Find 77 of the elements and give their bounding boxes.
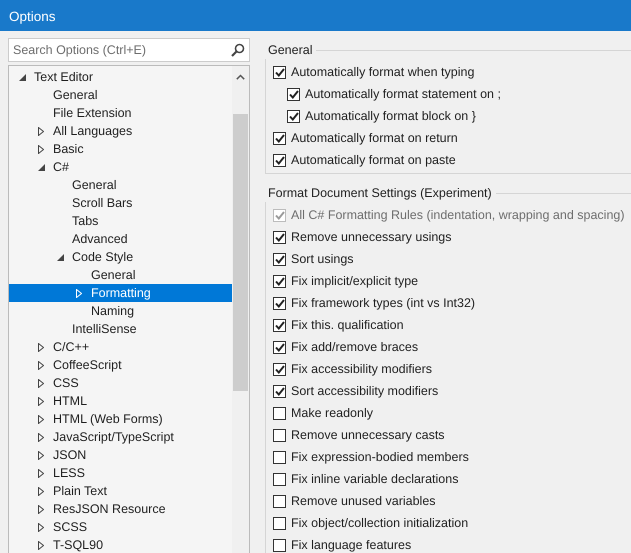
option-label[interactable]: Fix language features (291, 536, 412, 553)
tree-item[interactable]: HTML (Web Forms) (9, 410, 232, 428)
option-label[interactable]: Remove unused variables (291, 492, 436, 510)
option-label[interactable]: Automatically format on return (291, 128, 458, 148)
checkbox[interactable] (273, 230, 286, 244)
checkbox[interactable] (273, 66, 286, 78)
option-label[interactable]: Fix implicit/explicit type (291, 272, 418, 290)
expanded-icon[interactable] (56, 254, 64, 260)
option-label[interactable]: Fix this. qualification (291, 316, 404, 334)
checkbox[interactable] (273, 494, 286, 508)
search-icon (231, 43, 245, 57)
tree-item[interactable]: IntelliSense (9, 320, 232, 338)
group-title: Format Document Settings (Experiment) (268, 184, 492, 202)
tree-item[interactable]: CoffeeScript (9, 356, 232, 374)
scroll-up-icon[interactable] (236, 74, 245, 80)
tree-item[interactable]: General (9, 266, 232, 284)
tree-item[interactable]: Tabs (9, 212, 232, 230)
option-label[interactable]: Fix add/remove braces (291, 338, 418, 356)
option-label[interactable]: Fix object/collection initialization (291, 514, 468, 532)
checkbox[interactable] (273, 318, 286, 332)
tree-item[interactable]: Naming (9, 302, 232, 320)
checkbox[interactable] (273, 428, 286, 442)
option-label[interactable]: Automatically format on paste (291, 150, 456, 170)
tree-item[interactable]: JSON (9, 446, 232, 464)
tree-item[interactable]: Advanced (9, 230, 232, 248)
checkbox[interactable] (273, 296, 286, 310)
checkbox[interactable] (287, 88, 300, 100)
tree-item[interactable]: All Languages (9, 122, 232, 140)
checkbox[interactable] (273, 252, 286, 266)
tree-item[interactable]: Code Style (9, 248, 232, 266)
checkbox[interactable] (273, 274, 286, 288)
expanded-icon[interactable] (38, 164, 44, 170)
option-label[interactable]: Automatically format when typing (291, 62, 474, 82)
option-label[interactable]: Remove unnecessary casts (291, 426, 445, 444)
tree-item[interactable]: CSS (9, 374, 232, 392)
option-label[interactable]: Sort accessibility modifiers (291, 382, 438, 400)
checkbox[interactable] (273, 472, 286, 486)
tree-item[interactable]: Text Editor (9, 68, 232, 86)
tree-item[interactable]: Basic (9, 140, 232, 158)
option-label[interactable]: Make readonly (291, 404, 373, 422)
checkbox[interactable] (273, 516, 286, 530)
search-field[interactable]: Search Options (Ctrl+E) (8, 38, 250, 62)
checkbox[interactable] (273, 538, 286, 552)
tree-item[interactable]: ResJSON Resource (9, 500, 232, 518)
option-label[interactable]: Automatically format statement on ; (305, 84, 501, 104)
checkbox[interactable] (273, 450, 286, 464)
tree-item[interactable]: LESS (9, 464, 232, 482)
window-title: Options (0, 0, 631, 31)
option-label[interactable]: Fix framework types (int vs Int32) (291, 294, 476, 312)
option-label[interactable]: Remove unnecessary usings (291, 228, 452, 246)
group-title: General (268, 42, 312, 59)
tree-item[interactable]: General (9, 176, 232, 194)
checkbox[interactable] (273, 362, 286, 376)
checkbox[interactable] (273, 384, 286, 398)
option-label[interactable]: Fix expression-bodied members (291, 448, 469, 466)
tree-item[interactable]: File Extension (9, 104, 232, 122)
tree-item[interactable]: C# (9, 158, 232, 176)
option-label[interactable]: Automatically format block on } (305, 106, 476, 126)
tree-item[interactable]: Scroll Bars (9, 194, 232, 212)
checkbox[interactable] (273, 154, 286, 166)
checkbox[interactable] (273, 132, 286, 144)
tree-item[interactable]: T-SQL90 (9, 536, 232, 553)
tree-item[interactable]: Formatting (9, 284, 232, 302)
tree-item[interactable]: HTML (9, 392, 232, 410)
checkbox[interactable] (273, 340, 286, 354)
tree-item[interactable]: General (9, 86, 232, 104)
scrollbar-thumb[interactable] (233, 114, 248, 391)
checkbox[interactable] (273, 406, 286, 420)
option-label[interactable]: Fix accessibility modifiers (291, 360, 432, 378)
expanded-icon[interactable] (18, 74, 26, 80)
tree-item[interactable]: C/C++ (9, 338, 232, 356)
tree-item[interactable]: JavaScript/TypeScript (9, 428, 232, 446)
tree-item[interactable]: Plain Text (9, 482, 232, 500)
option-label[interactable]: Sort usings (291, 250, 354, 268)
option-label[interactable]: Fix inline variable declarations (291, 470, 458, 488)
tree-item[interactable]: SCSS (9, 518, 232, 536)
checkbox[interactable] (287, 110, 300, 122)
